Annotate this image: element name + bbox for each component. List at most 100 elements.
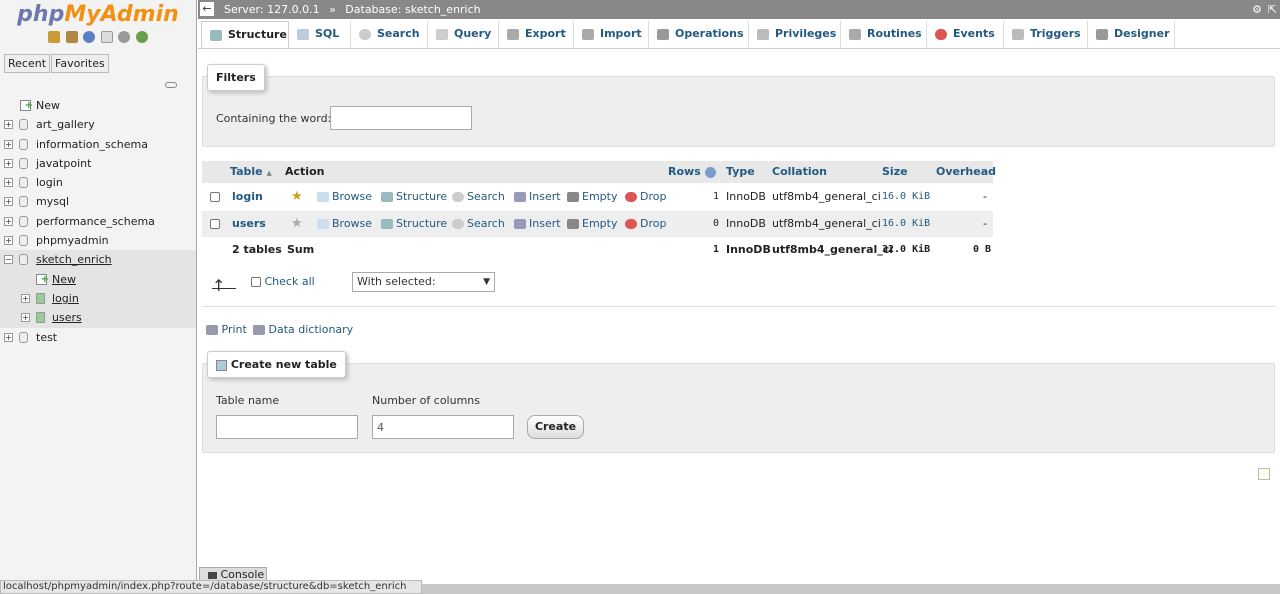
- expand-icon[interactable]: +: [4, 139, 13, 149]
- tab-structure[interactable]: Structure: [201, 21, 289, 48]
- tree-item-login[interactable]: + login: [0, 173, 196, 192]
- favorites-tab[interactable]: Favorites: [51, 54, 109, 73]
- new-table-icon: [216, 359, 227, 371]
- col-table[interactable]: Table ▲: [230, 165, 272, 178]
- tab-sql[interactable]: SQL: [289, 21, 351, 48]
- data-dictionary-link[interactable]: Data dictionary: [253, 323, 353, 336]
- breadcrumb-database[interactable]: Database: sketch_enrich: [345, 3, 480, 16]
- recent-tab[interactable]: Recent: [4, 54, 51, 73]
- settings-icon[interactable]: [118, 31, 131, 43]
- tree-item-table-users[interactable]: + users: [0, 308, 196, 328]
- columns-input[interactable]: [372, 415, 514, 439]
- star-icon[interactable]: ★: [291, 211, 303, 237]
- tree-item-table-login[interactable]: + login: [0, 288, 196, 309]
- col-overhead[interactable]: Overhead: [936, 165, 996, 178]
- row-checkbox[interactable]: [210, 211, 220, 237]
- search-link[interactable]: Search: [452, 184, 505, 210]
- browse-link[interactable]: Browse: [317, 184, 372, 210]
- check-all[interactable]: Check all: [251, 276, 315, 288]
- structure-link[interactable]: Structure: [381, 184, 447, 210]
- browse-link[interactable]: Browse: [317, 211, 372, 237]
- create-button[interactable]: Create: [527, 415, 584, 439]
- tree-item-phpmyadmin[interactable]: + phpmyadmin: [0, 231, 196, 250]
- row-checkbox[interactable]: [210, 184, 220, 210]
- tree-item-performance-schema[interactable]: + performance_schema: [0, 212, 196, 231]
- tab-triggers[interactable]: Triggers: [1004, 21, 1088, 48]
- collapse-nav-button[interactable]: ←: [200, 2, 214, 16]
- reload-icon[interactable]: [135, 31, 148, 43]
- empty-link[interactable]: Empty: [567, 184, 617, 210]
- table-row: login ★ Browse Structure Search Insert E…: [202, 184, 993, 210]
- table-name-link[interactable]: login: [232, 184, 263, 210]
- col-rows[interactable]: Rows: [668, 165, 716, 178]
- check-all-checkbox[interactable]: [251, 277, 261, 287]
- tree-item-javatpoint[interactable]: + javatpoint: [0, 154, 196, 173]
- triggers-icon: [1012, 28, 1024, 40]
- tab-privileges[interactable]: Privileges: [749, 21, 841, 48]
- col-collation[interactable]: Collation: [772, 165, 827, 178]
- tree-item-art-gallery[interactable]: + art_gallery: [0, 115, 196, 134]
- table-name-input[interactable]: [216, 415, 358, 439]
- search-icon: [359, 28, 371, 40]
- tree-item-sketch-enrich[interactable]: − sketch_enrich: [0, 250, 196, 270]
- tab-designer[interactable]: Designer: [1088, 21, 1175, 48]
- size-link[interactable]: 16.0 KiB: [882, 184, 930, 210]
- main-menu: Structure SQL Search Query Export Import…: [198, 19, 1280, 49]
- drop-link[interactable]: Drop: [625, 184, 666, 210]
- status-bar: localhost/phpmyadmin/index.php?route=/da…: [0, 580, 422, 594]
- expand-icon[interactable]: +: [4, 178, 13, 188]
- help-icon[interactable]: [83, 31, 96, 43]
- expand-icon[interactable]: +: [4, 197, 13, 207]
- star-icon[interactable]: ★: [291, 184, 303, 210]
- empty-link[interactable]: Empty: [567, 211, 617, 237]
- help-icon[interactable]: [704, 166, 716, 178]
- expand-icon[interactable]: +: [4, 158, 13, 168]
- table-name-link[interactable]: users: [232, 211, 266, 237]
- sum-overhead: 0 B: [973, 244, 992, 255]
- console-tab[interactable]: Console: [199, 567, 267, 581]
- col-size[interactable]: Size: [882, 165, 908, 178]
- breadcrumb-server[interactable]: Server: 127.0.0.1: [224, 3, 320, 16]
- logout-icon[interactable]: [65, 31, 78, 43]
- tab-routines[interactable]: Routines: [841, 21, 927, 48]
- tab-events[interactable]: Events: [927, 21, 1004, 48]
- expand-icon[interactable]: +: [4, 120, 13, 130]
- phpmyadmin-logo[interactable]: phpMyAdmin: [0, 0, 196, 30]
- tree-item-information-schema[interactable]: + information_schema: [0, 135, 196, 154]
- filter-input[interactable]: [330, 106, 472, 130]
- print-link[interactable]: Print: [206, 323, 247, 336]
- structure-link[interactable]: Structure: [381, 211, 447, 237]
- tree-item-test[interactable]: + test: [0, 328, 196, 347]
- tree-item-new-table[interactable]: New: [0, 269, 196, 289]
- tab-query[interactable]: Query: [428, 21, 499, 48]
- expand-icon[interactable]: +: [21, 313, 30, 323]
- tab-import[interactable]: Import: [574, 21, 649, 48]
- tab-search[interactable]: Search: [351, 21, 428, 48]
- routines-icon: [849, 28, 861, 40]
- expand-icon[interactable]: +: [4, 236, 13, 246]
- search-link[interactable]: Search: [452, 211, 505, 237]
- expand-icon[interactable]: +: [4, 332, 13, 342]
- with-selected-dropdown[interactable]: With selected: ▼: [352, 272, 495, 292]
- insert-link[interactable]: Insert: [514, 211, 561, 237]
- sum-size: 32.0 KiB: [882, 244, 931, 255]
- col-type[interactable]: Type: [726, 165, 755, 178]
- collapse-icon[interactable]: −: [4, 255, 13, 265]
- expand-icon[interactable]: +: [4, 216, 13, 226]
- breadcrumb-bar: ← Server: 127.0.0.1 » Database: sketch_e…: [198, 0, 1280, 19]
- docs-icon[interactable]: [100, 31, 113, 43]
- tree-item-mysql[interactable]: + mysql: [0, 192, 196, 211]
- horizontal-scrollbar[interactable]: [422, 584, 1280, 594]
- gear-icon[interactable]: ⚙: [1252, 0, 1262, 19]
- close-icon[interactable]: ⇱: [1268, 0, 1277, 19]
- link-with-main-icon[interactable]: [165, 82, 177, 88]
- insert-link[interactable]: Insert: [514, 184, 561, 210]
- home-icon[interactable]: [48, 31, 61, 43]
- size-link[interactable]: 16.0 KiB: [882, 211, 930, 237]
- expand-icon[interactable]: +: [21, 293, 30, 303]
- tab-operations[interactable]: Operations: [649, 21, 749, 48]
- tree-item-new[interactable]: New: [0, 96, 196, 115]
- tab-export[interactable]: Export: [499, 21, 574, 48]
- page-settings-icon[interactable]: [1258, 468, 1270, 480]
- drop-link[interactable]: Drop: [625, 211, 666, 237]
